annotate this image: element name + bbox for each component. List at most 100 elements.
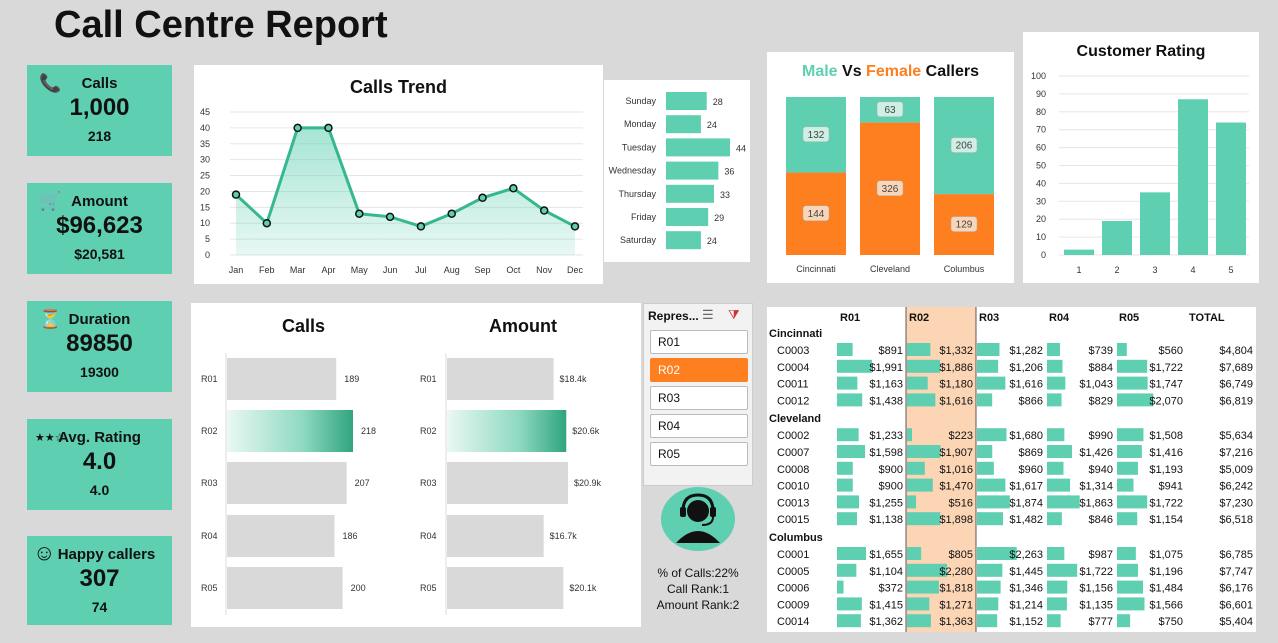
matrix-value: $777 [1089, 616, 1113, 628]
rep-label: R05 [201, 583, 218, 593]
row-total: $5,634 [1219, 430, 1253, 442]
matrix-value: $1,886 [939, 362, 973, 374]
customer-matrix: R01 R02 R03 R04 R05 TOTAL Cincinnati C0003 $891 $… [769, 307, 1253, 632]
matrix-bar [1047, 428, 1065, 442]
matrix-value: $987 [1089, 549, 1113, 561]
x-tick-label: Oct [506, 265, 521, 275]
matrix-bar [907, 461, 925, 475]
matrix-value: $1,075 [1149, 549, 1183, 561]
row-total: $6,785 [1219, 549, 1253, 561]
matrix-bar [907, 343, 931, 356]
matrix-bar [977, 614, 998, 628]
matrix-value: $1,206 [1009, 362, 1043, 374]
weekday-label: Thursday [618, 189, 656, 199]
matrix-value: $2,280 [939, 566, 973, 578]
weekday-bar [666, 161, 719, 180]
matrix-value: $1,863 [1079, 497, 1113, 509]
rep-label: R04 [420, 531, 437, 541]
matrix-value: $2,263 [1009, 549, 1043, 561]
row-total: $6,749 [1219, 379, 1253, 391]
matrix-bar [1047, 359, 1063, 373]
y-tick-label: 10 [1036, 232, 1046, 242]
y-tick-label: 40 [1036, 178, 1046, 188]
clear-filter-icon[interactable]: ⧩ [728, 307, 740, 323]
weekday-label: Wednesday [609, 166, 657, 176]
weekday-chart: Sunday 28 Monday 24 Tuesday 44 Wednesday 36 Thur… [609, 92, 746, 250]
weekday-panel: Sunday 28 Monday 24 Tuesday 44 Wednesday 36 Thur… [604, 80, 750, 262]
multi-select-icon[interactable]: ☰ [702, 307, 714, 323]
amount-rank-text: Amount Rank:2 [656, 598, 740, 612]
customer-id: C0014 [777, 616, 809, 628]
x-tick-label: Sep [475, 265, 491, 275]
kpi-value: $96,623 [56, 212, 143, 239]
matrix-bar [1117, 495, 1148, 509]
matrix-value: $1,346 [1009, 583, 1043, 595]
trend-point [416, 222, 426, 231]
gender-chart: 132 144 Cincinnati 63 326 Cleveland 206 129 Colu… [786, 97, 994, 274]
rep-calls-bar [227, 410, 353, 452]
matrix-bar [907, 478, 933, 492]
customer-id: C0011 [777, 379, 809, 391]
y-tick-label: 80 [1036, 107, 1046, 117]
matrix-bar [1047, 445, 1073, 458]
weekday-bar [666, 231, 701, 250]
matrix-value: $960 [1019, 464, 1043, 476]
weekday-label: Friday [631, 212, 657, 222]
matrix-bar [837, 428, 859, 442]
weekday-bar [666, 208, 709, 226]
matrix-value: $1,233 [869, 430, 903, 442]
rating-panel: Customer Rating 0 10 20 30 40 50 60 70 80 90 100 1 2… [1023, 32, 1259, 283]
rep-label: R05 [420, 583, 437, 593]
matrix-bar [1047, 563, 1078, 577]
slicer-option-r02[interactable]: R02 [650, 358, 748, 382]
weekday-bar [666, 138, 730, 157]
matrix-value: $1,415 [869, 599, 903, 611]
female-value: 129 [956, 220, 973, 231]
matrix-value: $1,154 [1149, 514, 1183, 526]
column-header: R02 [909, 312, 929, 324]
calls-trend-chart: 0 5 10 15 20 25 30 35 40 45 Jan Feb Mar Apr May Jun Jul A… [200, 107, 584, 275]
matrix-value: $941 [1159, 481, 1183, 493]
kpi-happy-card: ☺ Happy callers 307 74 [27, 536, 172, 625]
male-value: 206 [956, 141, 973, 152]
rep-amount-value: $18.4k [560, 374, 588, 384]
customer-id: C0009 [777, 599, 809, 611]
kpi-value: 1,000 [69, 94, 130, 121]
matrix-value: $1,138 [869, 514, 903, 526]
slicer-option-r04[interactable]: R04 [650, 414, 748, 438]
kpi-duration-card: ⏳ Duration 89850 19300 [27, 301, 172, 392]
y-tick-label: 20 [200, 186, 210, 196]
matrix-value: $1,332 [939, 345, 973, 357]
weekday-value: 28 [713, 97, 723, 107]
stars-icon: ★★☆ [35, 432, 65, 444]
row-total: $6,601 [1219, 599, 1253, 611]
matrix-value: $516 [949, 497, 973, 509]
matrix-bar [1047, 478, 1071, 492]
rating-bar [1216, 122, 1246, 255]
rep-amount-value: $20.6k [572, 426, 600, 436]
row-total: $5,009 [1219, 464, 1253, 476]
trend-point [385, 212, 395, 222]
matrix-bar [977, 461, 994, 475]
slicer-option-r03[interactable]: R03 [650, 386, 748, 410]
rep-calls-bar [227, 567, 343, 609]
matrix-bar [837, 461, 853, 475]
matrix-value: $223 [949, 430, 973, 442]
y-tick-label: 0 [205, 250, 210, 260]
weekday-value: 36 [724, 167, 734, 177]
slicer-option-r05[interactable]: R05 [650, 442, 748, 466]
slicer-option-r01[interactable]: R01 [650, 330, 748, 354]
customer-id: C0008 [777, 464, 809, 476]
matrix-value: $372 [879, 583, 903, 595]
matrix-bar [977, 428, 1007, 442]
x-tick-label: Feb [259, 265, 275, 275]
y-tick-label: 20 [1036, 214, 1046, 224]
x-tick-label: Aug [444, 265, 460, 275]
representative-slicer: Repres... ☰ ⧩ R01 R02 R03 R04 R05 [643, 303, 753, 486]
matrix-value: $1,617 [1009, 481, 1043, 493]
matrix-bar [977, 563, 1003, 577]
kpi-sub-value: 19300 [80, 364, 119, 380]
kpi-rating-card: ★★☆ Avg. Rating 4.0 4.0 [27, 419, 172, 510]
weekday-bar [666, 92, 707, 110]
kpi-calls-card: 📞 Calls 1,000 218 [27, 65, 172, 156]
